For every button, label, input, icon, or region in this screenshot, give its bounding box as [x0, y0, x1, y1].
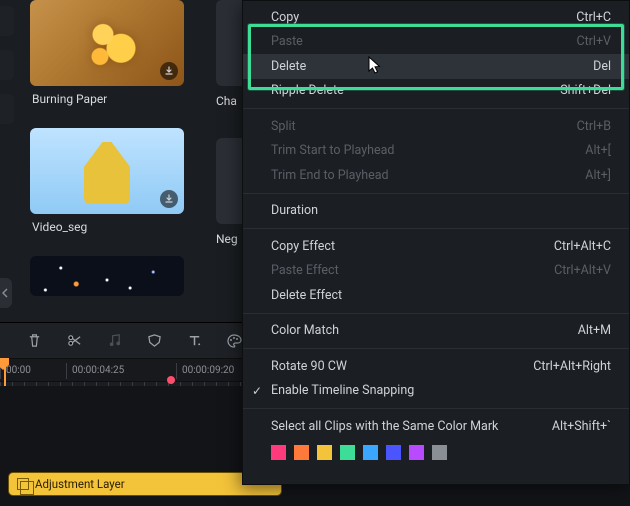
- menu-separator: [243, 228, 629, 229]
- thumbnail-partial[interactable]: [216, 138, 242, 224]
- left-rail: [0, 0, 20, 310]
- menu-duration[interactable]: Duration: [243, 199, 629, 224]
- clip-label: Adjustment Layer: [35, 477, 125, 491]
- menu-trim-start: Trim Start to Playhead Alt+[: [243, 139, 629, 164]
- marker-pin[interactable]: [167, 376, 175, 384]
- scissors-icon[interactable]: [64, 331, 84, 351]
- rail-stub[interactable]: [0, 6, 14, 36]
- thumbnail[interactable]: [30, 128, 184, 214]
- menu-paste-effect: Paste Effect Ctrl+Alt+V: [243, 259, 629, 284]
- menu-snapping[interactable]: ✓ Enable Timeline Snapping: [243, 379, 629, 404]
- thumbnail-partial[interactable]: [216, 0, 242, 86]
- trash-icon[interactable]: [24, 331, 44, 351]
- menu-rotate[interactable]: Rotate 90 CW Ctrl+Alt+Right: [243, 354, 629, 379]
- menu-paste: Paste Ctrl+V: [243, 30, 629, 55]
- media-col2: Cha Neg: [216, 0, 242, 276]
- rail-stub[interactable]: [0, 94, 14, 124]
- context-menu: Copy Ctrl+C Paste Ctrl+V Delete Del Ripp…: [242, 0, 630, 485]
- media-panel: Burning Paper Video_seg: [30, 0, 240, 310]
- rail-stub[interactable]: [0, 50, 14, 80]
- menu-select-all-color[interactable]: Select all Clips with the Same Color Mar…: [243, 414, 629, 439]
- media-tile-video[interactable]: Video_seg: [30, 128, 184, 238]
- menu-separator: [243, 108, 629, 109]
- collapse-handle[interactable]: [0, 278, 12, 308]
- menu-copy-effect[interactable]: Copy Effect Ctrl+Alt+C: [243, 234, 629, 259]
- menu-delete[interactable]: Delete Del: [243, 54, 629, 79]
- swatch-yellow[interactable]: [317, 445, 332, 460]
- text-icon[interactable]: [184, 331, 204, 351]
- menu-separator: [243, 193, 629, 194]
- thumbnail[interactable]: [30, 0, 184, 86]
- media-tile-burning[interactable]: Burning Paper: [30, 0, 184, 110]
- swatch-blue[interactable]: [386, 445, 401, 460]
- swatch-pink[interactable]: [271, 445, 286, 460]
- menu-separator: [243, 348, 629, 349]
- swatch-purple[interactable]: [409, 445, 424, 460]
- swatch-orange[interactable]: [294, 445, 309, 460]
- media-label: Burning Paper: [30, 92, 184, 106]
- menu-split: Split Ctrl+B: [243, 114, 629, 139]
- menu-separator: [243, 408, 629, 409]
- clip-adjustment-layer[interactable]: Adjustment Layer: [8, 472, 282, 496]
- media-label: Neg: [216, 232, 242, 246]
- swatch-gray[interactable]: [432, 445, 447, 460]
- layers-icon: [17, 478, 29, 490]
- swatch-green[interactable]: [340, 445, 355, 460]
- ruler-mark: 00:00:04:25: [72, 365, 124, 376]
- media-tile-space[interactable]: [30, 256, 184, 296]
- ruler-mark: 00:00:09:20: [182, 365, 234, 376]
- check-icon: ✓: [252, 384, 262, 398]
- music-icon: [104, 331, 124, 351]
- menu-delete-effect[interactable]: Delete Effect: [243, 283, 629, 308]
- menu-separator: [243, 313, 629, 314]
- menu-trim-end: Trim End to Playhead Alt+]: [243, 163, 629, 188]
- palette-icon[interactable]: [224, 331, 244, 351]
- tag-icon[interactable]: [144, 331, 164, 351]
- media-label: Cha: [216, 94, 242, 108]
- swatch-cyan[interactable]: [363, 445, 378, 460]
- thumbnail[interactable]: [30, 256, 184, 296]
- menu-copy[interactable]: Copy Ctrl+C: [243, 5, 629, 30]
- color-swatches: [243, 439, 629, 460]
- download-icon[interactable]: [160, 62, 178, 80]
- ruler-mark: 00:00: [6, 365, 31, 376]
- download-icon[interactable]: [160, 190, 178, 208]
- media-label: Video_seg: [30, 220, 184, 234]
- menu-ripple-delete[interactable]: Ripple Delete Shift+Del: [243, 79, 629, 104]
- menu-color-match[interactable]: Color Match Alt+M: [243, 319, 629, 344]
